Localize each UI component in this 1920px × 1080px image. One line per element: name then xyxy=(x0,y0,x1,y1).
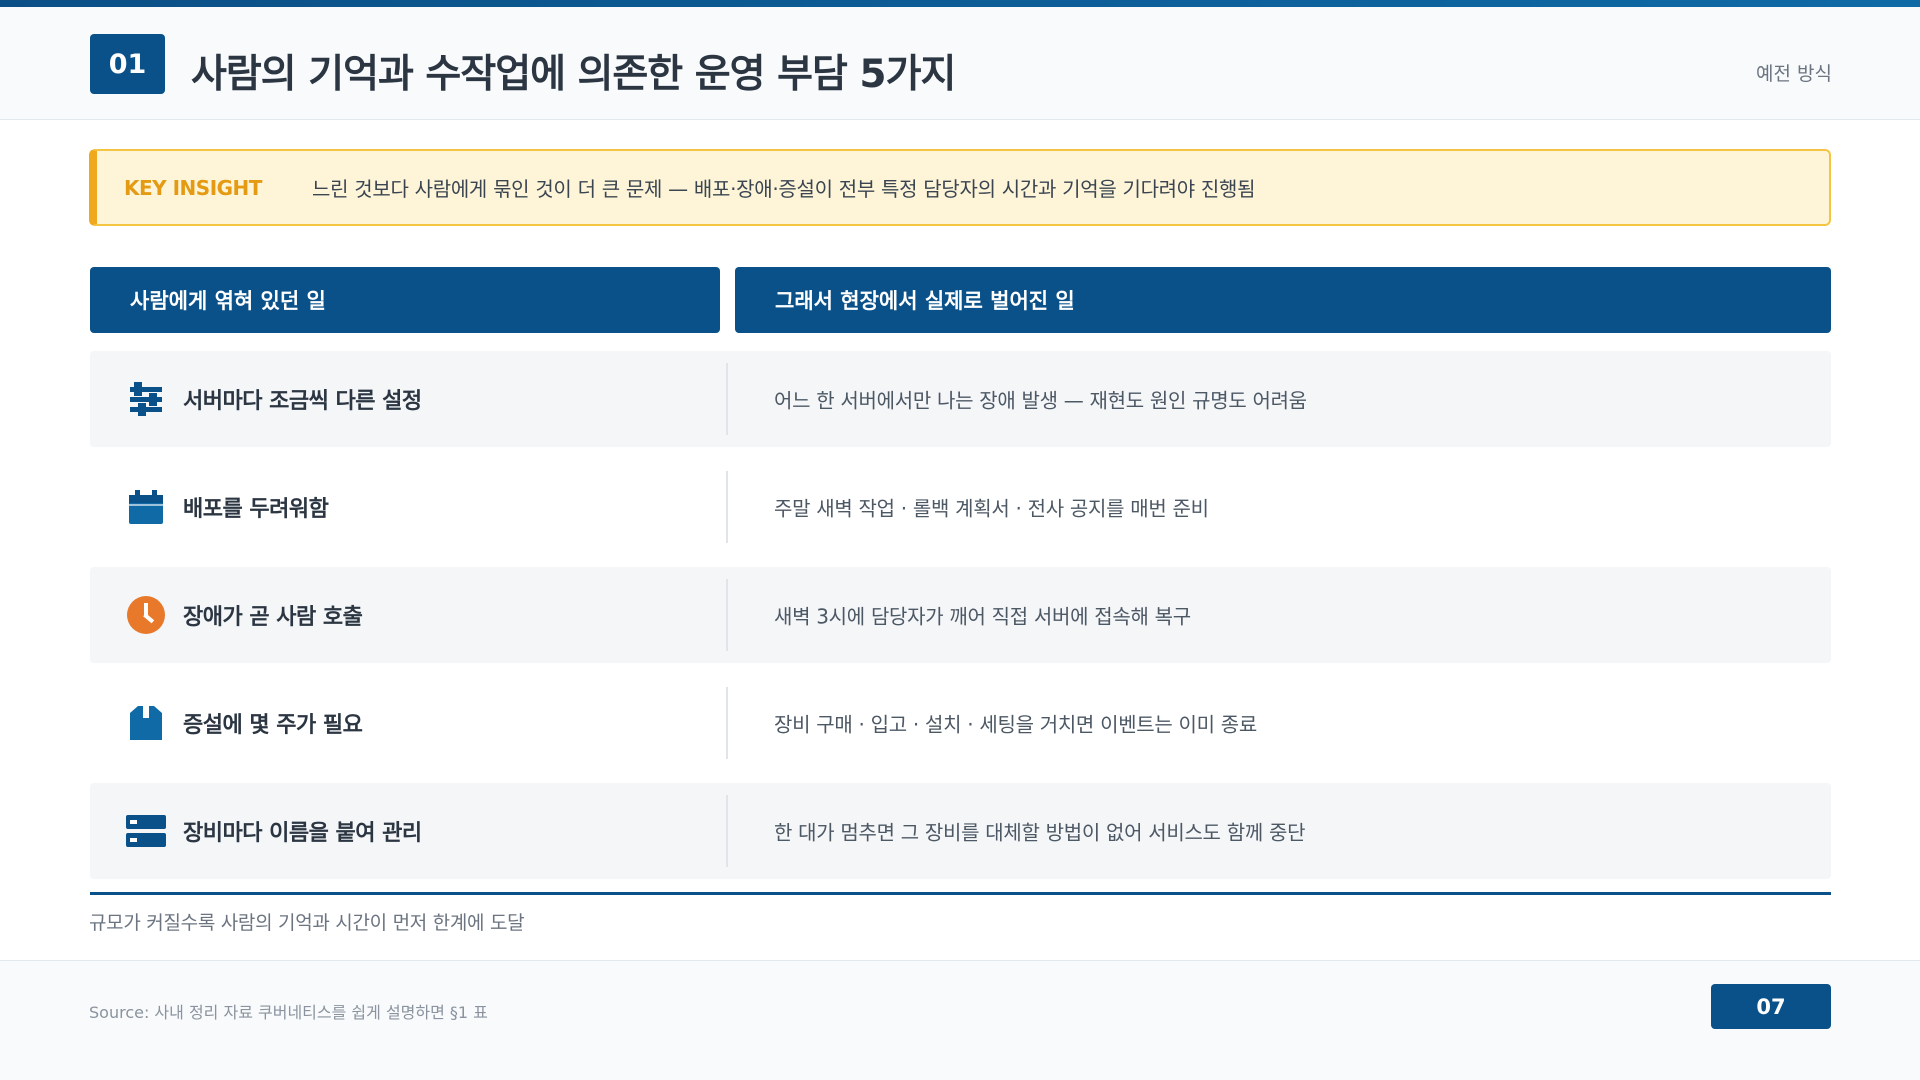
row-divider xyxy=(726,795,728,867)
row-detail: 장비 구매 · 입고 · 설치 · 세팅을 거치면 이벤트는 이미 종료 xyxy=(774,712,1258,737)
row-divider xyxy=(726,363,728,435)
source-citation: Source: 사내 정리 자료 쿠버네티스를 쉽게 설명하면 §1 표 xyxy=(89,1003,488,1022)
list-item: 장비마다 이름을 붙여 관리 한 대가 멈추면 그 장비를 대체할 방법이 없어… xyxy=(90,783,1831,879)
box-icon xyxy=(126,703,166,743)
row-label: 배포를 두려워함 xyxy=(183,497,329,522)
bottom-divider xyxy=(90,892,1831,895)
list-item: 장애가 곧 사람 호출 새벽 3시에 담당자가 깨어 직접 서버에 접속해 복구 xyxy=(90,567,1831,663)
row-detail: 어느 한 서버에서만 나는 장애 발생 — 재현도 원인 규명도 어려움 xyxy=(774,388,1307,413)
page-title: 사람의 기억과 수작업에 의존한 운영 부담 5가지 xyxy=(191,52,956,97)
list-item: 증설에 몇 주가 필요 장비 구매 · 입고 · 설치 · 세팅을 거치면 이벤… xyxy=(90,675,1831,771)
footer: Source: 사내 정리 자료 쿠버네티스를 쉽게 설명하면 §1 표 07 xyxy=(0,960,1920,1080)
row-divider xyxy=(726,579,728,651)
list-item: 서버마다 조금씩 다른 설정 어느 한 서버에서만 나는 장애 발생 — 재현도… xyxy=(90,351,1831,447)
row-label: 장비마다 이름을 붙여 관리 xyxy=(183,821,422,846)
clock-icon xyxy=(126,595,166,635)
header: 01 사람의 기억과 수작업에 의존한 운영 부담 5가지 예전 방식 xyxy=(0,7,1920,120)
sliders-icon xyxy=(126,379,166,419)
row-label: 장애가 곧 사람 호출 xyxy=(183,605,363,630)
column-header-left: 사람에게 엮혀 있던 일 xyxy=(90,267,720,333)
row-label: 서버마다 조금씩 다른 설정 xyxy=(183,389,422,414)
column-header-right: 그래서 현장에서 실제로 벌어진 일 xyxy=(735,267,1831,333)
page-number-badge: 07 xyxy=(1711,984,1831,1029)
key-insight-callout: KEY INSIGHT 느린 것보다 사람에게 묶인 것이 더 큰 문제 — 배… xyxy=(89,149,1831,226)
list-item: 배포를 두려워함 주말 새벽 작업 · 롤백 계획서 · 전사 공지를 매번 준… xyxy=(90,459,1831,555)
section-number-badge: 01 xyxy=(90,34,165,94)
insight-label: KEY INSIGHT xyxy=(124,175,262,200)
insight-text: 느린 것보다 사람에게 묶인 것이 더 큰 문제 — 배포·장애·증설이 전부 … xyxy=(312,177,1256,201)
row-divider xyxy=(726,687,728,759)
calendar-icon xyxy=(126,487,166,527)
summary-text: 규모가 커질수록 사람의 기억과 시간이 먼저 한계에 도달 xyxy=(89,912,525,934)
server-icon xyxy=(126,811,166,851)
row-label: 증설에 몇 주가 필요 xyxy=(183,713,363,738)
row-detail: 한 대가 멈추면 그 장비를 대체할 방법이 없어 서비스도 함께 중단 xyxy=(774,820,1306,845)
comparison-rows: 서버마다 조금씩 다른 설정 어느 한 서버에서만 나는 장애 발생 — 재현도… xyxy=(90,351,1831,891)
row-detail: 주말 새벽 작업 · 롤백 계획서 · 전사 공지를 매번 준비 xyxy=(774,496,1209,521)
row-detail: 새벽 3시에 담당자가 깨어 직접 서버에 접속해 복구 xyxy=(774,604,1191,629)
header-tag: 예전 방식 xyxy=(1756,63,1832,85)
top-accent-bar xyxy=(0,0,1920,7)
row-divider xyxy=(726,471,728,543)
